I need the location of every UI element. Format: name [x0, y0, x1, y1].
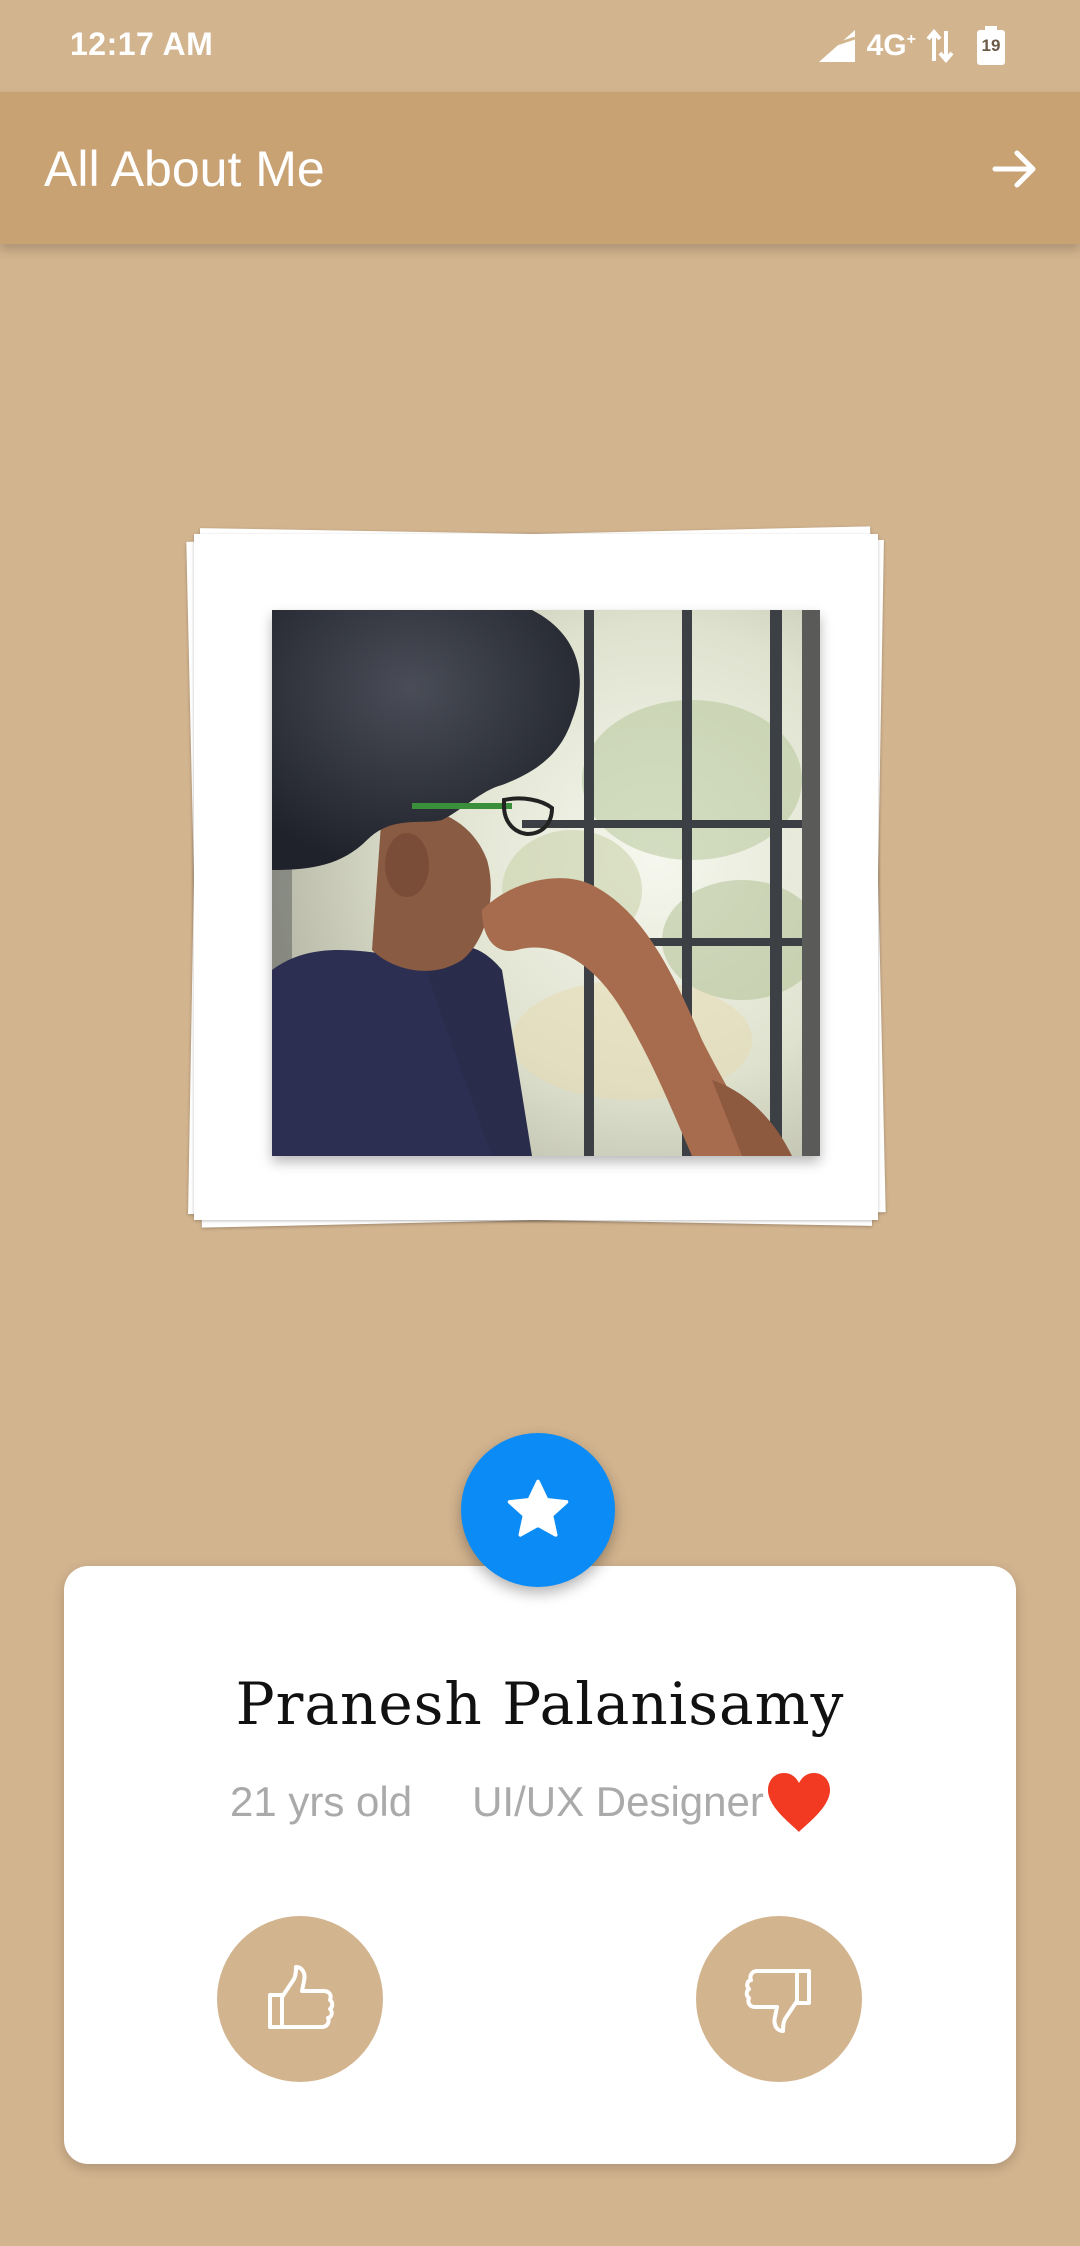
status-time: 12:17 AM — [70, 26, 214, 62]
profile-meta: 21 yrs old UI/UX Designer — [230, 1762, 834, 1842]
network-type-sup: + — [906, 31, 916, 48]
photo-frame — [186, 526, 886, 1228]
battery-icon: 19 — [976, 26, 1006, 66]
forward-button[interactable] — [980, 134, 1050, 204]
thumbs-down-icon — [744, 1969, 811, 2033]
star-icon — [507, 1479, 569, 1537]
data-arrows-icon — [926, 29, 954, 63]
profile-photo-image — [272, 610, 820, 1156]
heart-icon — [767, 1773, 830, 1832]
network-type-label: 4G — [866, 29, 907, 62]
arrow-forward-icon — [992, 150, 1036, 188]
network-type: 4G+ — [867, 29, 916, 63]
battery-level: 19 — [981, 36, 1001, 55]
profile-photo — [272, 610, 820, 1156]
status-bar: 12:17 AM 4G+ 19 — [0, 0, 1080, 92]
profile-card: Pranesh Palanisamy 21 yrs old UI/UX Desi… — [64, 1566, 1016, 2164]
photo-paper-front — [194, 534, 878, 1220]
thumbs-up-icon — [268, 1965, 335, 2029]
signal-icon — [818, 30, 856, 62]
status-icons: 4G+ 19 — [817, 24, 1006, 68]
dislike-button[interactable] — [696, 1916, 862, 2082]
favorite-button[interactable] — [461, 1433, 615, 1587]
like-button[interactable] — [217, 1916, 383, 2082]
profile-role: UI/UX Designer — [472, 1778, 764, 1825]
app-bar: All About Me — [0, 92, 1080, 244]
page-title: All About Me — [44, 141, 325, 197]
profile-age: 21 yrs old — [230, 1778, 413, 1825]
profile-name: Pranesh Palanisamy — [235, 1670, 845, 1738]
